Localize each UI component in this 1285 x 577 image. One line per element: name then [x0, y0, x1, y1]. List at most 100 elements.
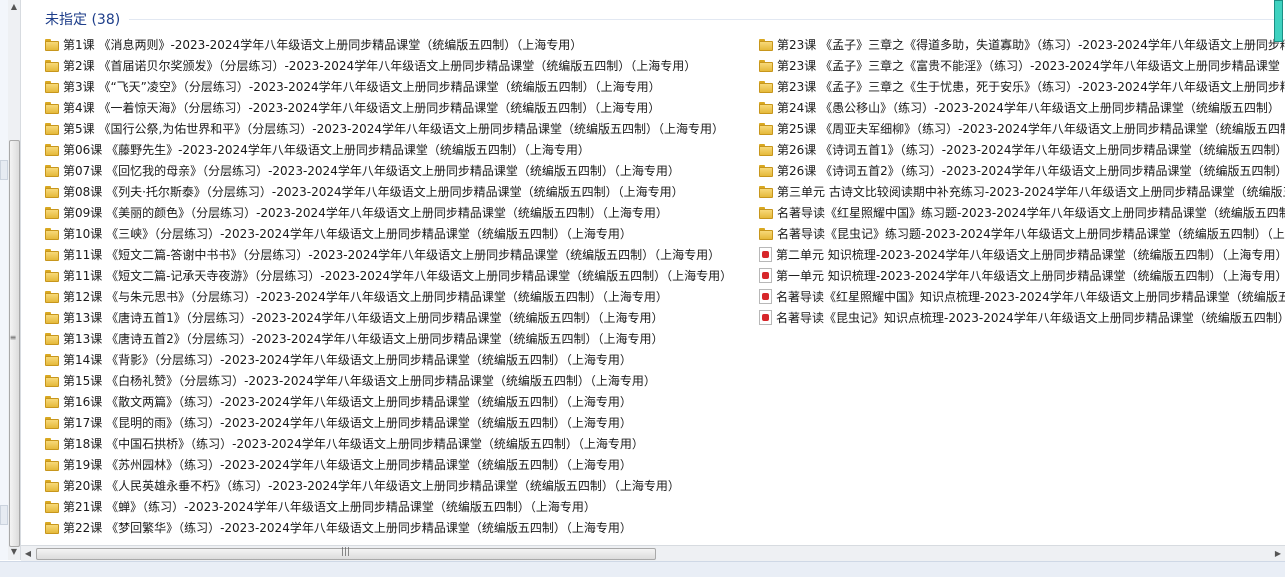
folder-item[interactable]: 第12课 《与朱元思书》（分层练习）-2023-2024学年八年级语文上册同步精… — [45, 286, 732, 307]
vertical-scroll-thumb[interactable] — [9, 140, 20, 547]
folder-icon — [45, 143, 59, 156]
item-label: 第11课 《短文二篇-记承天寺夜游》（分层练习）-2023-2024学年八年级语… — [63, 269, 733, 283]
folder-icon — [45, 416, 59, 429]
item-label: 第15课 《白杨礼赞》（分层练习）-2023-2024学年八年级语文上册同步精品… — [63, 374, 656, 388]
folder-item[interactable]: 第13课 《唐诗五首2》（分层练习）-2023-2024学年八年级语文上册同步精… — [45, 328, 732, 349]
item-label: 第11课 《短文二篇-答谢中书书》（分层练习）-2023-2024学年八年级语文… — [63, 248, 721, 262]
folder-icon — [759, 185, 773, 198]
folder-item[interactable]: 第10课 《三峡》（分层练习）-2023-2024学年八年级语文上册同步精品课堂… — [45, 223, 732, 244]
folder-icon — [759, 80, 773, 93]
file-item[interactable]: 名著导读《昆虫记》知识点梳理-2023-2024学年八年级语文上册同步精品课堂（… — [759, 307, 1285, 328]
pdf-icon — [759, 289, 772, 304]
scroll-up-arrow-icon[interactable]: ▲ — [8, 0, 20, 14]
folder-item[interactable]: 第1课 《消息两则》-2023-2024学年八年级语文上册同步精品课堂（统编版五… — [45, 34, 732, 55]
folder-item[interactable]: 第24课 《愚公移山》（练习）-2023-2024学年八年级语文上册同步精品课堂… — [759, 97, 1285, 118]
folder-icon — [759, 227, 773, 240]
item-label: 第5课 《国行公祭,为佑世界和平》（分层练习）-2023-2024学年八年级语文… — [63, 122, 725, 136]
folder-item[interactable]: 第11课 《短文二篇-记承天寺夜游》（分层练习）-2023-2024学年八年级语… — [45, 265, 732, 286]
folder-item[interactable]: 第07课 《回忆我的母亲》（分层练习）-2023-2024学年八年级语文上册同步… — [45, 160, 732, 181]
window-edge-marker — [1274, 0, 1283, 42]
scroll-down-arrow-icon[interactable]: ▼ — [8, 545, 20, 559]
folder-item[interactable]: 第16课 《散文两篇》（练习）-2023-2024学年八年级语文上册同步精品课堂… — [45, 391, 732, 412]
folder-item[interactable]: 第14课 《背影》（分层练习）-2023-2024学年八年级语文上册同步精品课堂… — [45, 349, 732, 370]
horizontal-scrollbar[interactable]: ◀ ||| ▶ — [21, 545, 1285, 561]
item-label: 第26课 《诗词五首2》（练习）-2023-2024学年八年级语文上册同步精品课… — [777, 164, 1285, 178]
item-label: 第23课 《孟子》三章之《得道多助，失道寡助》（练习）-2023-2024学年八… — [777, 38, 1285, 52]
folder-icon — [45, 458, 59, 471]
folder-item[interactable]: 第5课 《国行公祭,为佑世界和平》（分层练习）-2023-2024学年八年级语文… — [45, 118, 732, 139]
file-item[interactable]: 名著导读《红星照耀中国》知识点梳理-2023-2024学年八年级语文上册同步精品… — [759, 286, 1285, 307]
item-label: 第09课 《美丽的颜色》（分层练习）-2023-2024学年八年级语文上册同步精… — [63, 206, 668, 220]
folder-icon — [45, 437, 59, 450]
folder-icon — [759, 59, 773, 72]
group-header[interactable]: 未指定 (38) — [45, 9, 120, 29]
folder-icon — [45, 38, 59, 51]
folder-item[interactable]: 第15课 《白杨礼赞》（分层练习）-2023-2024学年八年级语文上册同步精品… — [45, 370, 732, 391]
item-label: 第12课 《与朱元思书》（分层练习）-2023-2024学年八年级语文上册同步精… — [63, 290, 668, 304]
folder-item[interactable]: 第08课 《列夫·托尔斯泰》（分层练习）-2023-2024学年八年级语文上册同… — [45, 181, 732, 202]
item-label: 第10课 《三峡》（分层练习）-2023-2024学年八年级语文上册同步精品课堂… — [63, 227, 632, 241]
folder-item[interactable]: 第18课 《中国石拱桥》（练习）-2023-2024学年八年级语文上册同步精品课… — [45, 433, 732, 454]
item-label: 第08课 《列夫·托尔斯泰》（分层练习）-2023-2024学年八年级语文上册同… — [63, 185, 684, 199]
folder-item[interactable]: 第4课 《一着惊天海》（分层练习）-2023-2024学年八年级语文上册同步精品… — [45, 97, 732, 118]
file-list-view[interactable]: 未指定 (38) 第1课 《消息两则》-2023-2024学年八年级语文上册同步… — [21, 0, 1285, 545]
folder-item[interactable]: 第三单元 古诗文比较阅读期中补充练习-2023-2024学年八年级语文上册同步精… — [759, 181, 1285, 202]
folder-item[interactable]: 第20课 《人民英雄永垂不朽》（练习）-2023-2024学年八年级语文上册同步… — [45, 475, 732, 496]
folder-item[interactable]: 第22课 《梦回繁华》（练习）-2023-2024学年八年级语文上册同步精品课堂… — [45, 517, 732, 538]
file-column-1: 第1课 《消息两则》-2023-2024学年八年级语文上册同步精品课堂（统编版五… — [45, 34, 732, 538]
folder-icon — [45, 395, 59, 408]
folder-icon — [759, 143, 773, 156]
vertical-scrollbar[interactable]: ▲ ≡ ▼ — [8, 0, 21, 560]
folder-icon — [45, 122, 59, 135]
item-label: 第3课 《“飞天”凌空》（分层练习）-2023-2024学年八年级语文上册同步精… — [63, 80, 661, 94]
item-label: 第13课 《唐诗五首2》（分层练习）-2023-2024学年八年级语文上册同步精… — [63, 332, 664, 346]
folder-item[interactable]: 第19课 《苏州园林》（练习）-2023-2024学年八年级语文上册同步精品课堂… — [45, 454, 732, 475]
item-label: 第一单元 知识梳理-2023-2024学年八年级语文上册同步精品课堂（统编版五四… — [776, 269, 1285, 283]
folder-item[interactable]: 第23课 《孟子》三章之《得道多助，失道寡助》（练习）-2023-2024学年八… — [759, 34, 1285, 55]
status-bar — [0, 561, 1285, 577]
folder-icon — [45, 374, 59, 387]
folder-item[interactable]: 第09课 《美丽的颜色》（分层练习）-2023-2024学年八年级语文上册同步精… — [45, 202, 732, 223]
item-label: 第4课 《一着惊天海》（分层练习）-2023-2024学年八年级语文上册同步精品… — [63, 101, 661, 115]
folder-item[interactable]: 第26课 《诗词五首2》（练习）-2023-2024学年八年级语文上册同步精品课… — [759, 160, 1285, 181]
folder-item[interactable]: 第23课 《孟子》三章之《生于忧患，死于安乐》（练习）-2023-2024学年八… — [759, 76, 1285, 97]
pdf-icon — [759, 247, 772, 262]
item-label: 第20课 《人民英雄永垂不朽》（练习）-2023-2024学年八年级语文上册同步… — [63, 479, 680, 493]
file-item[interactable]: 第一单元 知识梳理-2023-2024学年八年级语文上册同步精品课堂（统编版五四… — [759, 265, 1285, 286]
item-label: 名著导读《昆虫记》知识点梳理-2023-2024学年八年级语文上册同步精品课堂（… — [776, 311, 1285, 325]
folder-icon — [45, 353, 59, 366]
item-label: 第25课 《周亚夫军细柳》（练习）-2023-2024学年八年级语文上册同步精品… — [777, 122, 1285, 136]
folder-item[interactable]: 第13课 《唐诗五首1》（分层练习）-2023-2024学年八年级语文上册同步精… — [45, 307, 732, 328]
folder-item[interactable]: 第3课 《“飞天”凌空》（分层练习）-2023-2024学年八年级语文上册同步精… — [45, 76, 732, 97]
item-label: 第13课 《唐诗五首1》（分层练习）-2023-2024学年八年级语文上册同步精… — [63, 311, 664, 325]
folder-icon — [45, 500, 59, 513]
folder-item[interactable]: 第26课 《诗词五首1》（练习）-2023-2024学年八年级语文上册同步精品课… — [759, 139, 1285, 160]
folder-item[interactable]: 名著导读《红星照耀中国》练习题-2023-2024学年八年级语文上册同步精品课堂… — [759, 202, 1285, 223]
folder-item[interactable]: 第21课 《蝉》（练习）-2023-2024学年八年级语文上册同步精品课堂（统编… — [45, 496, 732, 517]
item-label: 第21课 《蝉》（练习）-2023-2024学年八年级语文上册同步精品课堂（统编… — [63, 500, 596, 514]
item-label: 第三单元 古诗文比较阅读期中补充练习-2023-2024学年八年级语文上册同步精… — [777, 185, 1285, 199]
horizontal-grip-icon: ||| — [341, 547, 351, 557]
scroll-right-arrow-icon[interactable]: ▶ — [1271, 546, 1285, 561]
folder-item[interactable]: 第23课 《孟子》三章之《富贵不能淫》（练习）-2023-2024学年八年级语文… — [759, 55, 1285, 76]
item-label: 名著导读《红星照耀中国》知识点梳理-2023-2024学年八年级语文上册同步精品… — [776, 290, 1285, 304]
folder-item[interactable]: 第11课 《短文二篇-答谢中书书》（分层练习）-2023-2024学年八年级语文… — [45, 244, 732, 265]
item-label: 第1课 《消息两则》-2023-2024学年八年级语文上册同步精品课堂（统编版五… — [63, 38, 583, 52]
item-label: 第24课 《愚公移山》（练习）-2023-2024学年八年级语文上册同步精品课堂… — [777, 101, 1280, 115]
folder-item[interactable]: 第25课 《周亚夫军细柳》（练习）-2023-2024学年八年级语文上册同步精品… — [759, 118, 1285, 139]
item-label: 第2课 《首届诺贝尔奖颁发》（分层练习）-2023-2024学年八年级语文上册同… — [63, 59, 697, 73]
scroll-left-arrow-icon[interactable]: ◀ — [21, 546, 35, 561]
folder-icon — [45, 521, 59, 534]
file-column-2: 第23课 《孟子》三章之《得道多助，失道寡助》（练习）-2023-2024学年八… — [759, 34, 1285, 328]
folder-item[interactable]: 第06课 《藤野先生》-2023-2024学年八年级语文上册同步精品课堂（统编版… — [45, 139, 732, 160]
folder-item[interactable]: 第2课 《首届诺贝尔奖颁发》（分层练习）-2023-2024学年八年级语文上册同… — [45, 55, 732, 76]
item-label: 第23课 《孟子》三章之《富贵不能淫》（练习）-2023-2024学年八年级语文… — [777, 59, 1280, 73]
item-label: 第16课 《散文两篇》（练习）-2023-2024学年八年级语文上册同步精品课堂… — [63, 395, 632, 409]
item-label: 第26课 《诗词五首1》（练习）-2023-2024学年八年级语文上册同步精品课… — [777, 143, 1285, 157]
folder-icon — [759, 38, 773, 51]
file-item[interactable]: 第二单元 知识梳理-2023-2024学年八年级语文上册同步精品课堂（统编版五四… — [759, 244, 1285, 265]
item-label: 第二单元 知识梳理-2023-2024学年八年级语文上册同步精品课堂（统编版五四… — [776, 248, 1285, 262]
folder-item[interactable]: 名著导读《昆虫记》练习题-2023-2024学年八年级语文上册同步精品课堂（统编… — [759, 223, 1285, 244]
folder-icon — [45, 248, 59, 261]
folder-item[interactable]: 第17课 《昆明的雨》（练习）-2023-2024学年八年级语文上册同步精品课堂… — [45, 412, 732, 433]
